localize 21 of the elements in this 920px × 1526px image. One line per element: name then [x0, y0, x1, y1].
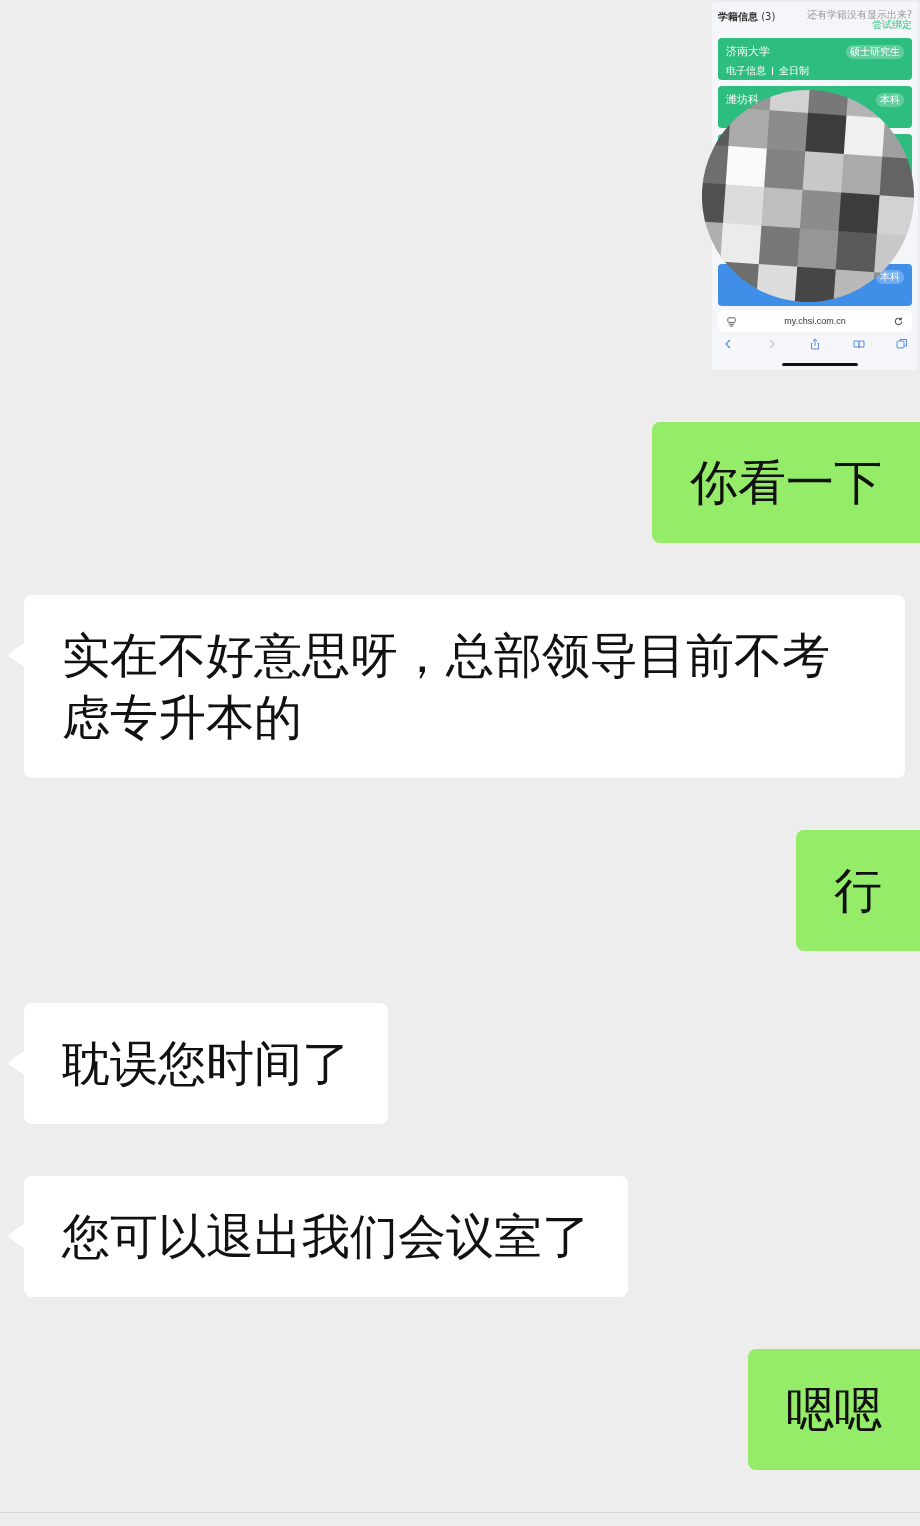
study-detail: 全日制 [779, 64, 809, 78]
message-bubble[interactable]: 行 [796, 830, 920, 951]
message-bubble[interactable]: 耽误您时间了 [24, 1003, 388, 1124]
section-title: 学籍信息 (3) [718, 10, 776, 24]
message-bubble[interactable]: 你看一下 [652, 422, 920, 543]
message-bubble[interactable]: 实在不好意思呀，总部领导目前不考虑专升本的 [24, 595, 905, 778]
hint-text: 还有学籍没有显示出来? 尝试绑定 [805, 10, 912, 30]
reader-icon[interactable] [726, 315, 737, 327]
book-icon[interactable] [852, 338, 865, 350]
message-bubble[interactable]: 您可以退出我们会议室了 [24, 1176, 628, 1297]
message-bubble[interactable]: 嗯嗯 [748, 1349, 920, 1470]
url-text: my.chsi.com.cn [784, 316, 846, 326]
school-name: 潍坊科 [726, 92, 759, 107]
school-name: 济南大学 [726, 44, 770, 59]
study-detail: 电子信息 [726, 64, 766, 78]
share-icon[interactable] [809, 338, 821, 350]
address-bar[interactable]: my.chsi.com.cn [718, 310, 912, 332]
degree-tag: 硕士研究生 [846, 44, 904, 59]
degree-tag: 本科 [876, 92, 904, 107]
tabs-icon[interactable] [896, 338, 908, 350]
reload-icon[interactable] [893, 315, 904, 327]
